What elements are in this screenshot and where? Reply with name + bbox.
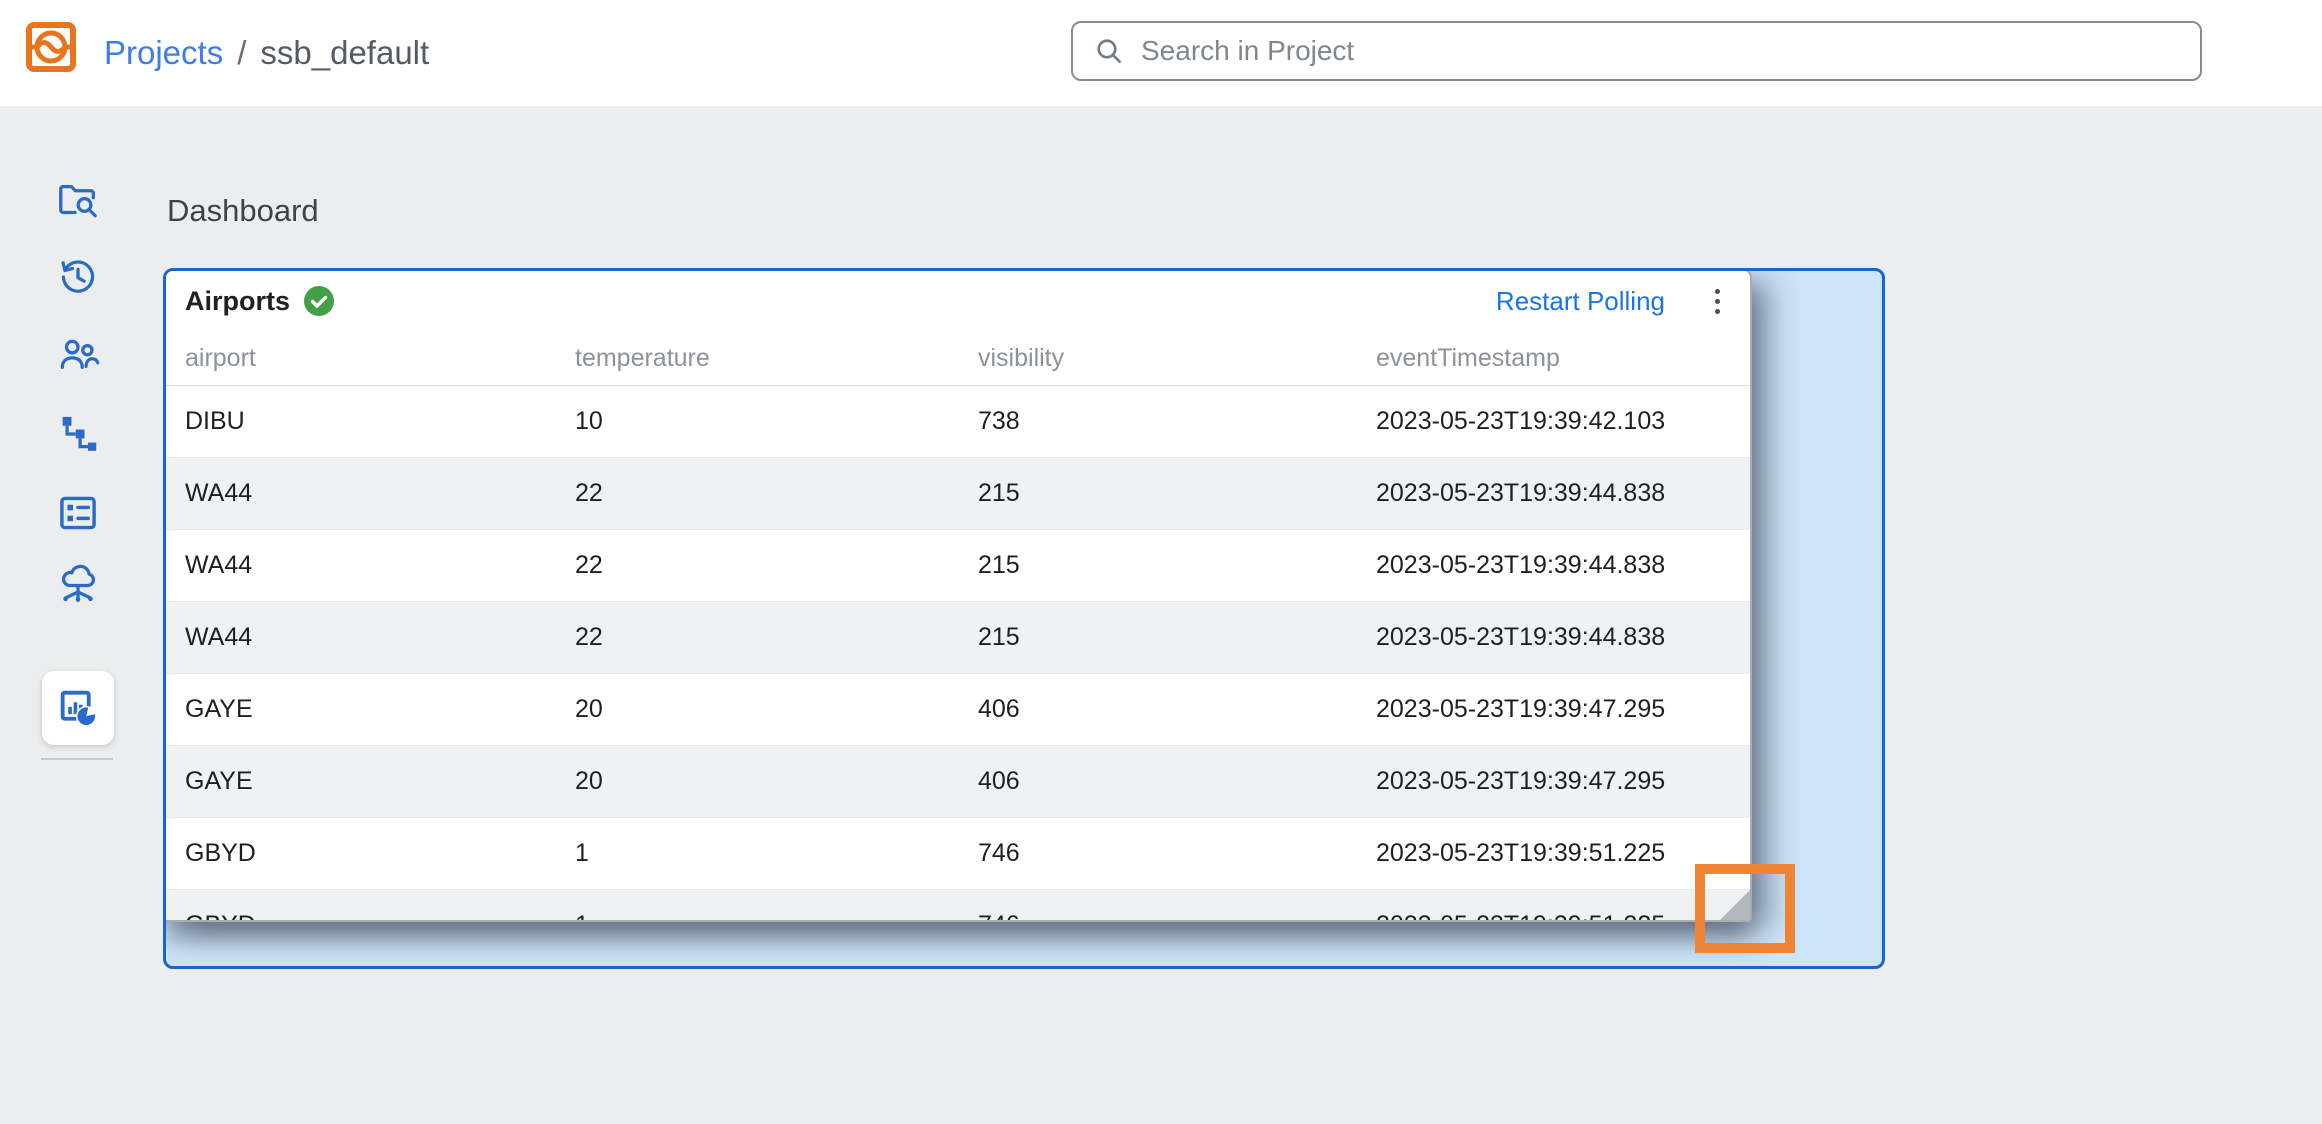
table-cell: 22 <box>575 623 978 652</box>
dashboard-chart-icon <box>55 685 101 731</box>
table-cell: 2023-05-23T19:39:51.225 <box>1376 839 1750 868</box>
table-cell: 738 <box>978 407 1376 436</box>
page-title: Dashboard <box>167 193 319 229</box>
table-cell: GAYE <box>165 695 575 724</box>
breadcrumb: Projects / ssb_default <box>104 0 429 106</box>
sidebar-item-monitoring-active[interactable] <box>42 671 114 745</box>
table-cell: 406 <box>978 767 1376 796</box>
sidebar-item-tables[interactable] <box>54 489 102 537</box>
search-icon <box>1093 35 1125 67</box>
search-input[interactable] <box>1141 35 2182 67</box>
users-icon <box>55 331 101 377</box>
table-cell: 20 <box>575 695 978 724</box>
table-cell: WA44 <box>165 479 575 508</box>
column-header: temperature <box>575 344 978 373</box>
sidebar-divider <box>41 758 113 760</box>
breadcrumb-projects-link[interactable]: Projects <box>104 34 223 72</box>
folder-search-icon <box>55 177 101 223</box>
table-cell: GBYD <box>165 911 575 922</box>
restart-polling-button[interactable]: Restart Polling <box>1496 286 1665 317</box>
table-row: GBYD17462023-05-23T19:39:51.225 <box>165 890 1750 922</box>
cloud-network-icon <box>55 559 101 605</box>
table-row: DIBU107382023-05-23T19:39:42.103 <box>165 386 1750 458</box>
table-cell: 1 <box>575 839 978 868</box>
table-row: WA44222152023-05-23T19:39:44.838 <box>165 530 1750 602</box>
table-cell: 22 <box>575 551 978 580</box>
table-cell: DIBU <box>165 407 575 436</box>
table-header-row: airporttemperaturevisibilityeventTimesta… <box>165 332 1750 386</box>
table-cell: 406 <box>978 695 1376 724</box>
sidebar-item-users[interactable] <box>54 330 102 378</box>
table-row: WA44222152023-05-23T19:39:44.838 <box>165 602 1750 674</box>
table-cell: 2023-05-23T19:39:42.103 <box>1376 407 1750 436</box>
table-cell: 2023-05-23T19:39:44.838 <box>1376 479 1750 508</box>
widget-header: Airports Restart Polling <box>165 270 1750 332</box>
table-cell: WA44 <box>165 623 575 652</box>
app-header: Projects / ssb_default <box>0 0 2322 106</box>
table-row: GAYE204062023-05-23T19:39:47.295 <box>165 674 1750 746</box>
table-cell: 215 <box>978 551 1376 580</box>
table-cell: GAYE <box>165 767 575 796</box>
column-header: airport <box>165 344 575 373</box>
table-cell: WA44 <box>165 551 575 580</box>
annotation-highlight-box <box>1695 864 1795 953</box>
table-row: GAYE204062023-05-23T19:39:47.295 <box>165 746 1750 818</box>
table-cell: 2023-05-23T19:39:47.295 <box>1376 695 1750 724</box>
table-body: DIBU107382023-05-23T19:39:42.103WA442221… <box>165 386 1750 922</box>
green-check-icon <box>304 286 334 316</box>
dashboard-grid-cell: Airports Restart Polling airporttemperat… <box>163 268 1885 969</box>
form-list-icon <box>55 490 101 536</box>
breadcrumb-separator: / <box>237 34 246 72</box>
table-cell: 2023-05-23T19:39:47.295 <box>1376 767 1750 796</box>
table-cell: 2023-05-23T19:39:44.838 <box>1376 551 1750 580</box>
table-cell: 20 <box>575 767 978 796</box>
kebab-menu-icon[interactable] <box>1711 285 1724 318</box>
table-row: GBYD17462023-05-23T19:39:51.225 <box>165 818 1750 890</box>
screen: { "header": { "breadcrumb": { "root": "P… <box>0 0 2322 1124</box>
project-search <box>1071 21 2202 81</box>
sidebar-item-connectors[interactable] <box>54 558 102 606</box>
table-cell: 746 <box>978 911 1376 922</box>
table-cell: 746 <box>978 839 1376 868</box>
table-cell: 1 <box>575 911 978 922</box>
flow-tree-icon <box>55 410 101 456</box>
sidebar-item-job-flow[interactable] <box>54 409 102 457</box>
widget-title: Airports <box>185 286 290 317</box>
column-header: eventTimestamp <box>1376 344 1750 373</box>
table-cell: 10 <box>575 407 978 436</box>
sidebar-item-explorer[interactable] <box>54 176 102 224</box>
table-row: WA44222152023-05-23T19:39:44.838 <box>165 458 1750 530</box>
table-cell: 2023-05-23T19:39:51.225 <box>1376 911 1750 922</box>
sidebar-item-history[interactable] <box>54 253 102 301</box>
sidebar <box>0 106 140 1124</box>
history-clock-icon <box>55 254 101 300</box>
breadcrumb-current: ssb_default <box>260 34 429 72</box>
table-cell: GBYD <box>165 839 575 868</box>
ssb-logo-icon[interactable] <box>22 18 80 76</box>
table-cell: 215 <box>978 479 1376 508</box>
column-header: visibility <box>978 344 1376 373</box>
table-cell: 215 <box>978 623 1376 652</box>
table-cell: 2023-05-23T19:39:44.838 <box>1376 623 1750 652</box>
table-cell: 22 <box>575 479 978 508</box>
airports-widget-card: Airports Restart Polling airporttemperat… <box>163 268 1752 922</box>
